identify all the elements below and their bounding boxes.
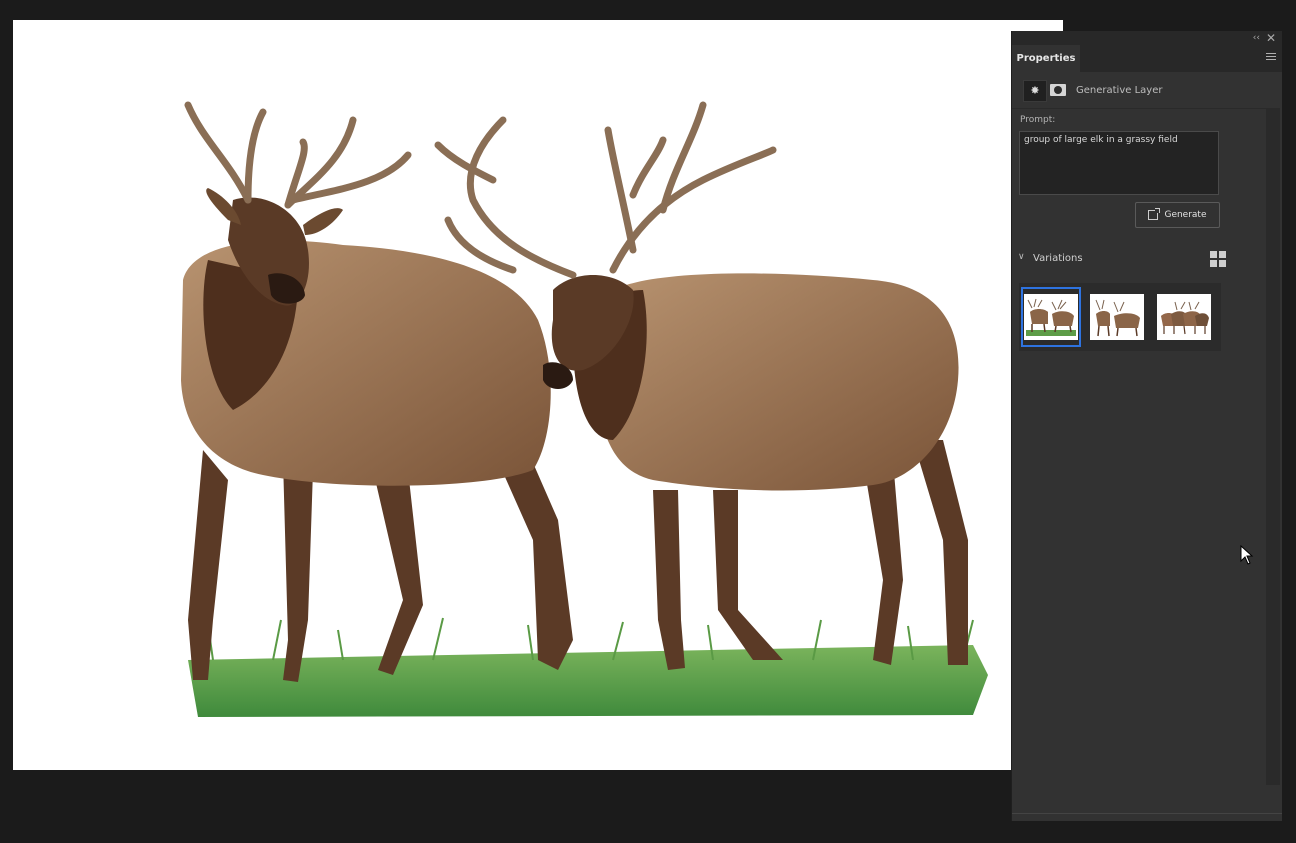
generate-button-label: Generate [1164,210,1207,220]
layer-mask-icon[interactable] [1050,84,1066,96]
panel-title-strip: ‹‹ ✕ [1012,31,1282,45]
generate-button[interactable]: Generate [1135,202,1220,228]
layer-type-label: Generative Layer [1076,85,1163,96]
variation-thumbnail-2[interactable] [1087,287,1147,347]
generative-ai-icon[interactable]: ✸ [1023,80,1047,102]
panel-scrollbar[interactable] [1266,109,1280,785]
tab-properties[interactable]: Properties [1012,45,1080,72]
prompt-label: Prompt: [1020,115,1056,125]
variations-label: Variations [1033,253,1083,264]
elk-image [181,101,988,717]
elk-left [181,101,573,682]
properties-panel: ‹‹ ✕ Properties ✸ Generative Layer Promp… [1011,31,1282,821]
hamburger-menu-icon[interactable] [1266,53,1276,63]
variation-thumbnail-1[interactable] [1021,287,1081,347]
prompt-input[interactable]: group of large elk in a grassy field [1019,131,1219,195]
document-canvas[interactable] [13,20,1063,770]
panel-tabbar: Properties [1012,45,1282,72]
panel-divider [1012,813,1282,814]
mouse-pointer-icon [1240,545,1254,565]
double-chevron-left-icon[interactable]: ‹‹ [1253,32,1260,44]
variation-thumbnail-3[interactable] [1154,287,1214,347]
chevron-down-icon[interactable]: ∨ [1018,252,1025,262]
grid-view-icon[interactable] [1210,251,1226,267]
close-icon[interactable]: ✕ [1266,31,1276,45]
variations-strip [1019,283,1221,351]
variations-header[interactable]: ∨ Variations [1018,250,1226,270]
generate-icon [1148,208,1161,220]
layer-type-row: ✸ Generative Layer [1012,72,1280,109]
